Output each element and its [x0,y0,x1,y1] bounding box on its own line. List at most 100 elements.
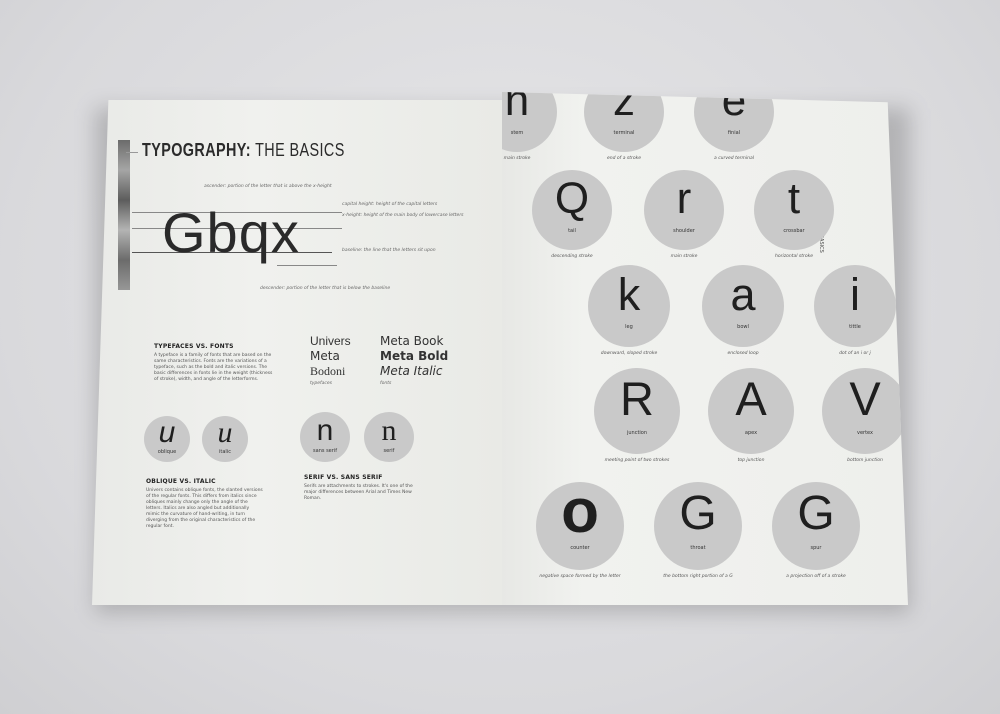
anatomy-label: shoulder [673,228,695,234]
anatomy-label: tittle [849,324,861,330]
anatomy-circle-tittle: i tittle [814,265,896,347]
typefaces-caption: typefaces [310,381,332,386]
anatomy-glyph: n [504,92,530,125]
serif-circle: n serif [364,412,414,462]
note-ascender: ascender: portion of the letter that is … [204,184,332,189]
anatomy-caption: downward, sloped stroke [600,351,658,356]
italic-label: italic [219,449,231,455]
anatomy-circle-junction: Rjunction [594,368,680,454]
serif-label: serif [383,448,395,454]
title-part1: TYPOGRAPHY: [142,140,251,160]
anatomy-circle-leg: k leg [588,265,670,347]
typeface-univers: Univers [310,334,351,348]
anatomy-caption: main stroke [670,254,698,259]
note-baseline: baseline: the line that the letters sit … [342,248,436,253]
anatomy-glyph: o [561,477,599,546]
typeface-meta: Meta [310,349,340,363]
note-cap-height: capital height: height of the capital le… [342,202,438,207]
sans-serif-glyph: n [316,414,334,447]
font-meta-book: Meta Book [380,334,444,348]
anatomy-caption: enclosed loop [727,351,759,356]
note-descender: descender: portion of the letter that is… [260,286,391,291]
anatomy-glyph: k [617,269,641,320]
anatomy-glyph: R [620,372,654,425]
serif-glyph: n [381,414,397,447]
italic-circle: u italic [202,416,248,462]
anatomy-glyph: z [613,92,635,125]
right-page: TYPOGRAPHY: THE BASICS nstemmain strokez… [502,92,908,605]
anatomy-label: apex [744,430,758,436]
serif-heading: SERIF VS. SANS SERIF [304,474,383,481]
anatomy-label: vertex [857,430,873,436]
anatomy-circle-crossbar: t crossbar [754,170,834,250]
anatomy-circle-stem: n stem [502,92,557,152]
oblique-body: Univers contains oblique fonts, the slan… [146,488,263,529]
note-x-height: x-height: height of the main body of low… [342,213,464,218]
left-page: TYPOGRAPHY: THE BASICS Gbqx ascender: po… [92,100,502,605]
anatomy-glyph: e [721,92,747,125]
anatomy-label: throat [690,545,706,551]
anatomy-caption: a curved terminal [714,156,754,161]
title-tick [126,152,138,153]
anatomy-caption: descending stroke [551,254,593,259]
anatomy-circle-apex: Aapex [708,368,794,454]
serif-body: Serifs are attachments to strokes. It's … [304,484,413,501]
anatomy-glyph: Q [554,174,590,223]
anatomy-circle-counter: o counter [536,477,624,570]
anatomy-glyph: G [679,487,717,540]
anatomy-caption: negative space formed by the letter [539,574,621,579]
typeface-list: Univers Meta Bodoni typefaces [310,334,351,386]
anatomy-label: leg [625,324,633,330]
anatomy-label: crossbar [783,228,805,234]
anatomy-circle-throat: Gthroat [654,482,742,570]
anatomy-glyph: G [797,487,835,540]
anatomy-caption: horizontal stroke [775,254,813,259]
anatomy-caption: meeting point of two strokes [604,458,670,463]
anatomy-label: terminal [613,130,635,136]
sans-serif-circle: n sans serif [300,412,350,462]
italic-glyph: u [217,416,233,449]
typefaces-body: A typeface is a family of fonts that are… [154,353,273,382]
page-title: TYPOGRAPHY: THE BASICS [142,140,345,161]
anatomy-circle-shoulder: r shoulder [644,170,724,250]
anatomy-glyph: V [849,372,881,425]
anatomy-label: spur [810,545,822,551]
descender-line [277,265,337,266]
anatomy-caption: the bottom right portion of a G [663,574,733,579]
sans-serif-label: sans serif [313,448,337,454]
anatomy-circle-tail: Qtail [532,170,612,250]
anatomy-label: tail [568,228,576,234]
oblique-glyph: u [158,416,176,449]
anatomy-circle-finial: e finial [694,92,774,152]
anatomy-label: bowl [737,324,749,330]
anatomy-glyph: A [735,372,767,425]
typeface-bodoni: Bodoni [310,364,346,378]
photo-strip [118,140,130,290]
anatomy-label: finial [727,130,741,136]
anatomy-glyph: r [676,174,692,223]
fonts-caption: fonts [380,381,392,386]
anatomy-label: stem [510,130,524,136]
anatomy-glyph: i [850,269,860,320]
font-meta-bold: Meta Bold [380,349,449,363]
anatomy-label: junction [626,430,648,436]
title-part2: THE BASICS [255,140,345,160]
anatomy-circle-terminal: z terminal [584,92,664,152]
anatomy-caption: top junction [737,458,765,463]
anatomy-caption: dot of an i or j [839,351,871,356]
anatomy-circle-vertex: Vvertex [822,368,908,454]
anatomy-caption: a projection off of a stroke [786,574,846,579]
font-list: Meta Book Meta Bold Meta Italic fonts [380,334,448,386]
anatomy-caption: end of a stroke [607,156,641,161]
font-meta-italic: Meta Italic [380,364,443,378]
typefaces-heading: TYPEFACES VS. FONTS [154,343,234,350]
oblique-heading: OBLIQUE VS. ITALIC [146,478,216,485]
anatomy-caption: bottom junction [847,458,883,463]
oblique-circle: u oblique [144,416,190,462]
specimen-text: Gbqx [162,201,300,264]
anatomy-circle-spur: Gspur [772,482,860,570]
anatomy-glyph: t [787,174,801,223]
oblique-label: oblique [157,449,177,455]
anatomy-circle-bowl: a bowl [702,265,784,347]
anatomy-label: counter [570,545,590,551]
